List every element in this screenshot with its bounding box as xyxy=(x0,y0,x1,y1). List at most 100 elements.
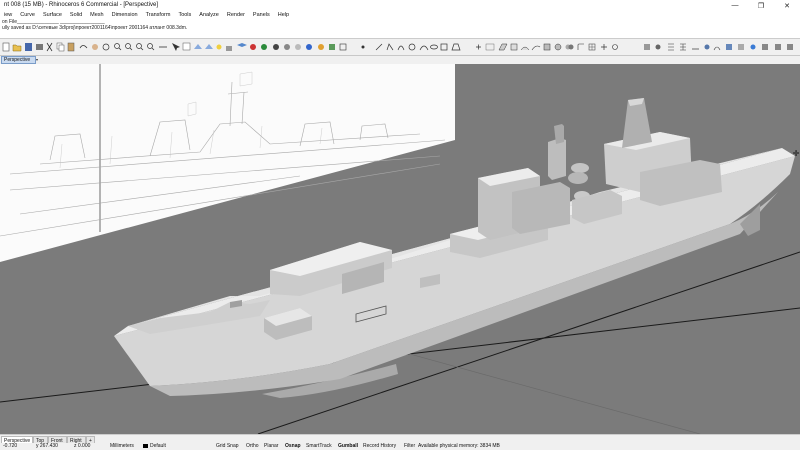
viewport-header: Perspective ▾ xyxy=(0,56,800,64)
fillet-icon[interactable] xyxy=(577,43,584,50)
osnap-toggle-icon[interactable] xyxy=(361,45,365,49)
paste-icon[interactable] xyxy=(67,42,75,52)
point-icon[interactable] xyxy=(476,44,481,50)
new-file-icon[interactable] xyxy=(2,42,10,52)
gumball-toggle[interactable]: Gumball xyxy=(338,443,358,450)
menu-view[interactable]: iew xyxy=(0,12,16,18)
rotate-icon[interactable] xyxy=(612,44,618,50)
zoom-icon[interactable] xyxy=(114,43,122,51)
menu-curve[interactable]: Curve xyxy=(16,12,39,18)
polyline-icon[interactable] xyxy=(386,43,394,51)
maximize-button[interactable]: ❐ xyxy=(748,0,774,11)
reference-drawing xyxy=(0,64,455,262)
copy-icon[interactable] xyxy=(56,42,65,52)
boolean-icon[interactable] xyxy=(565,44,574,50)
circle-icon[interactable] xyxy=(408,43,416,51)
group-icon[interactable] xyxy=(339,43,347,51)
sweep-icon[interactable] xyxy=(531,45,541,51)
transform-icon[interactable] xyxy=(601,44,607,50)
status-bar: -0.720 y 267.430 z 0.000 Millimeters Def… xyxy=(0,443,800,450)
menu-render[interactable]: Render xyxy=(223,12,249,18)
units-indicator[interactable]: Millimeters xyxy=(110,443,134,450)
layer-indicator[interactable]: Default xyxy=(143,443,166,450)
curve-icon[interactable] xyxy=(397,45,405,51)
shaded-icon[interactable] xyxy=(273,44,279,50)
ortho-toggle[interactable]: Ortho xyxy=(246,443,259,450)
arc-icon[interactable] xyxy=(419,45,429,51)
undo-icon[interactable] xyxy=(79,45,88,49)
loft-icon[interactable] xyxy=(520,46,530,51)
cursor-crosshair: ✛ xyxy=(793,149,800,158)
coord-y: y 267.430 xyxy=(36,443,58,449)
cut-icon[interactable] xyxy=(46,42,53,52)
text-icon[interactable] xyxy=(485,43,495,51)
polygon-icon[interactable] xyxy=(451,43,461,51)
list-icon[interactable] xyxy=(668,43,674,51)
pan-hand-icon[interactable] xyxy=(92,44,98,50)
print-icon[interactable] xyxy=(36,44,43,50)
rotate-view-icon[interactable] xyxy=(102,43,110,51)
render-settings-icon[interactable] xyxy=(726,44,732,50)
filter-icon[interactable] xyxy=(329,44,335,50)
menu-mesh[interactable]: Mesh xyxy=(86,12,107,18)
ellipse-icon[interactable] xyxy=(430,44,438,50)
options-icon[interactable] xyxy=(318,44,324,50)
viewport-title-tab[interactable]: Perspective xyxy=(1,56,36,64)
menu-analyze[interactable]: Analyze xyxy=(195,12,223,18)
osnap-toggle[interactable]: Osnap xyxy=(285,443,301,450)
smarttrack-toggle[interactable]: SmartTrack xyxy=(306,443,332,450)
lock-icon[interactable] xyxy=(226,46,232,51)
mesh-icon[interactable] xyxy=(588,43,596,51)
filter-toggle[interactable]: Filter xyxy=(404,443,415,450)
box-icon[interactable] xyxy=(543,43,551,51)
command-prompt-input[interactable] xyxy=(0,31,800,37)
close-button[interactable]: ✕ xyxy=(774,0,800,11)
save-icon[interactable] xyxy=(25,43,32,51)
curvature-icon[interactable] xyxy=(713,46,721,51)
cylinder-icon[interactable] xyxy=(554,43,562,51)
help-icon[interactable] xyxy=(750,44,756,50)
menu-help[interactable]: Help xyxy=(274,12,293,18)
snap-settings-icon[interactable] xyxy=(644,44,650,50)
show-objects-icon[interactable] xyxy=(216,44,222,50)
line-icon[interactable] xyxy=(375,43,383,51)
menu-transform[interactable]: Transform xyxy=(142,12,175,18)
material-icon[interactable] xyxy=(306,44,312,50)
menu-dimension[interactable]: Dimension xyxy=(108,12,142,18)
render-icon[interactable] xyxy=(261,44,267,50)
menu-solid[interactable]: Solid xyxy=(66,12,86,18)
menu-panels[interactable]: Panels xyxy=(249,12,274,18)
zoom-window-icon[interactable] xyxy=(125,43,133,51)
panel-icon[interactable] xyxy=(738,44,744,50)
extrude-icon[interactable] xyxy=(510,43,518,51)
rendered-icon[interactable] xyxy=(284,44,290,50)
cplane-view-icon[interactable] xyxy=(205,44,213,49)
chevron-down-icon[interactable]: ▾ xyxy=(36,56,41,64)
select-icon[interactable] xyxy=(172,43,180,51)
rectangle-icon[interactable] xyxy=(440,43,448,51)
grid-icon[interactable] xyxy=(680,43,686,51)
grid-snap-toggle[interactable]: Grid Snap xyxy=(216,443,239,450)
layer-icon[interactable] xyxy=(237,43,247,47)
surface-icon[interactable] xyxy=(498,43,508,51)
analyze-icon[interactable] xyxy=(704,44,710,50)
viewport-layout-icon[interactable] xyxy=(182,42,191,51)
toolbar-overflow-icon[interactable] xyxy=(787,44,793,50)
gear-icon[interactable] xyxy=(655,44,661,50)
menu-tools[interactable]: Tools xyxy=(174,12,195,18)
more-tools-icon[interactable] xyxy=(762,44,768,50)
minimize-button[interactable]: — xyxy=(722,0,748,11)
menu-surface[interactable]: Surface xyxy=(39,12,66,18)
zoom-extents-icon[interactable] xyxy=(136,43,144,51)
perspective-viewport[interactable]: ✛ xyxy=(0,64,800,434)
zoom-selected-icon[interactable] xyxy=(147,43,155,51)
open-file-icon[interactable] xyxy=(12,44,22,52)
sphere-icon[interactable] xyxy=(295,44,301,50)
properties-icon[interactable] xyxy=(250,44,256,50)
main-toolbar xyxy=(0,39,800,56)
record-history-toggle[interactable]: Record History xyxy=(363,443,396,450)
expand-toolbar-icon[interactable] xyxy=(775,44,781,50)
cplane-icon[interactable] xyxy=(194,44,202,49)
planar-toggle[interactable]: Planar xyxy=(264,443,278,450)
coord-x: -0.720 xyxy=(3,443,18,449)
